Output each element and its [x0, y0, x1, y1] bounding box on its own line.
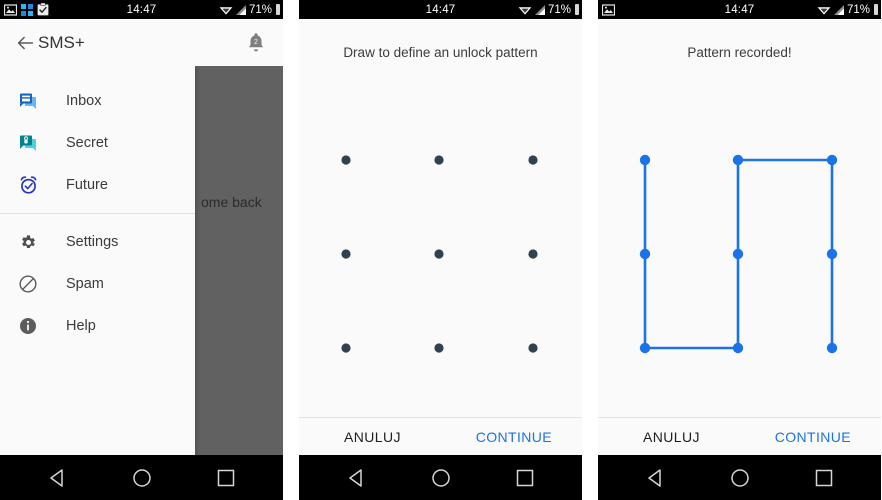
pattern-button-row: ANULUJ CONTINUE [598, 417, 881, 455]
block-icon [16, 272, 40, 296]
pattern-dot-active[interactable] [732, 248, 744, 260]
pattern-dot[interactable] [341, 249, 351, 259]
sidebar-item-settings[interactable]: Settings [0, 221, 195, 263]
cancel-button[interactable]: ANULUJ [344, 429, 401, 445]
gear-icon [16, 230, 40, 254]
bell-icon[interactable]: 2 [245, 31, 267, 55]
battery-icon [874, 4, 878, 15]
phone-screen-define-pattern: 14:47 71% Draw to define an unlock patte… [299, 0, 582, 500]
back-triangle-icon[interactable] [645, 467, 667, 489]
sidebar-item-label: Inbox [66, 93, 102, 109]
pattern-dot-active[interactable] [826, 342, 838, 354]
drawer-divider [0, 213, 195, 214]
continue-button[interactable]: CONTINUE [775, 429, 851, 445]
arrow-back-icon[interactable] [14, 32, 36, 54]
sidebar-item-help[interactable]: Help [0, 305, 195, 347]
cell-signal-icon [235, 4, 246, 15]
battery-icon [276, 4, 280, 15]
cell-signal-icon [833, 4, 844, 15]
panel-gap [283, 0, 299, 500]
sidebar-item-inbox[interactable]: Inbox [0, 80, 195, 122]
battery-icon [575, 4, 579, 15]
cell-signal-icon [534, 4, 545, 15]
home-circle-icon[interactable] [430, 467, 452, 489]
status-bar-right-icons: 71% [518, 4, 579, 16]
pattern-grid-svg[interactable] [299, 19, 582, 455]
status-bar-right-icons: 71% [817, 4, 878, 16]
recents-square-icon[interactable] [514, 467, 536, 489]
android-nav-bar [299, 455, 582, 500]
phone-screen-pattern-recorded: 14:47 71% Pattern recorded! ANULUJ CONTI… [598, 0, 881, 500]
android-nav-bar [598, 455, 881, 500]
recents-square-icon[interactable] [215, 467, 237, 489]
back-triangle-icon[interactable] [47, 467, 69, 489]
pattern-dot[interactable] [528, 249, 538, 259]
chat-bubble-lock-icon [16, 131, 40, 155]
app-bar: SMS+ 2 [0, 19, 283, 66]
sidebar-item-future[interactable]: Future [0, 164, 195, 206]
pattern-grid-area[interactable] [598, 19, 881, 455]
alarm-clock-check-icon [16, 173, 40, 197]
pattern-button-row: ANULUJ CONTINUE [299, 417, 582, 455]
pattern-dot[interactable] [341, 155, 351, 165]
pattern-dot-active[interactable] [639, 154, 651, 166]
pattern-dot[interactable] [341, 343, 351, 353]
status-bar: 14:47 71% [598, 0, 881, 19]
pattern-dot[interactable] [528, 343, 538, 353]
drawer-scrim[interactable]: ome back [195, 66, 283, 455]
status-bar: 14:47 71% [299, 0, 582, 19]
pattern-dot-active[interactable] [826, 154, 838, 166]
sidebar-item-label: Secret [66, 135, 108, 151]
pattern-dot-active[interactable] [732, 154, 744, 166]
sidebar-item-label: Spam [66, 276, 104, 292]
sidebar-item-spam[interactable]: Spam [0, 263, 195, 305]
status-bar-right-icons: 71% [219, 4, 280, 16]
continue-button[interactable]: CONTINUE [476, 429, 552, 445]
battery-percent-label: 71% [846, 3, 870, 16]
pattern-dot-active[interactable] [732, 342, 744, 354]
home-circle-icon[interactable] [729, 467, 751, 489]
panel-gap [582, 0, 598, 500]
wifi-icon [817, 6, 831, 15]
sidebar-item-secret[interactable]: Secret [0, 122, 195, 164]
recents-square-icon[interactable] [813, 467, 835, 489]
pattern-dot[interactable] [434, 249, 444, 259]
page-title: SMS+ [38, 32, 85, 52]
status-bar: 14:47 71% [0, 0, 283, 19]
pattern-dot[interactable] [434, 155, 444, 165]
info-icon [16, 314, 40, 338]
sidebar-item-label: Future [66, 177, 108, 193]
cancel-button[interactable]: ANULUJ [643, 429, 700, 445]
battery-percent-label: 71% [547, 3, 571, 16]
back-triangle-icon[interactable] [346, 467, 368, 489]
battery-percent-label: 71% [248, 3, 272, 16]
home-circle-icon[interactable] [131, 467, 153, 489]
drawer-content-area: ome back Inbox Secret Future Settings Sp… [0, 19, 283, 455]
pattern-dot-active[interactable] [826, 248, 838, 260]
sidebar-item-label: Settings [66, 234, 119, 250]
phone-screen-drawer: 14:47 71% SMS+ 2 ome back Inbox Secret F… [0, 0, 283, 500]
pattern-dot-active[interactable] [639, 342, 651, 354]
chat-bubbles-icon [16, 89, 40, 113]
wifi-icon [219, 6, 233, 15]
bell-badge-count: 2 [254, 39, 258, 46]
wifi-icon [518, 6, 532, 15]
three-phone-screenshots: 14:47 71% SMS+ 2 ome back Inbox Secret F… [0, 0, 882, 500]
behind-drawer-text: ome back [201, 194, 262, 210]
sidebar-item-label: Help [66, 318, 96, 334]
navigation-drawer: Inbox Secret Future Settings Spam Help [0, 66, 195, 455]
pattern-dot-active[interactable] [639, 248, 651, 260]
pattern-grid-svg[interactable] [598, 19, 881, 455]
pattern-grid-area[interactable] [299, 19, 582, 455]
pattern-dot[interactable] [528, 155, 538, 165]
android-nav-bar [0, 455, 283, 500]
pattern-dot[interactable] [434, 343, 444, 353]
